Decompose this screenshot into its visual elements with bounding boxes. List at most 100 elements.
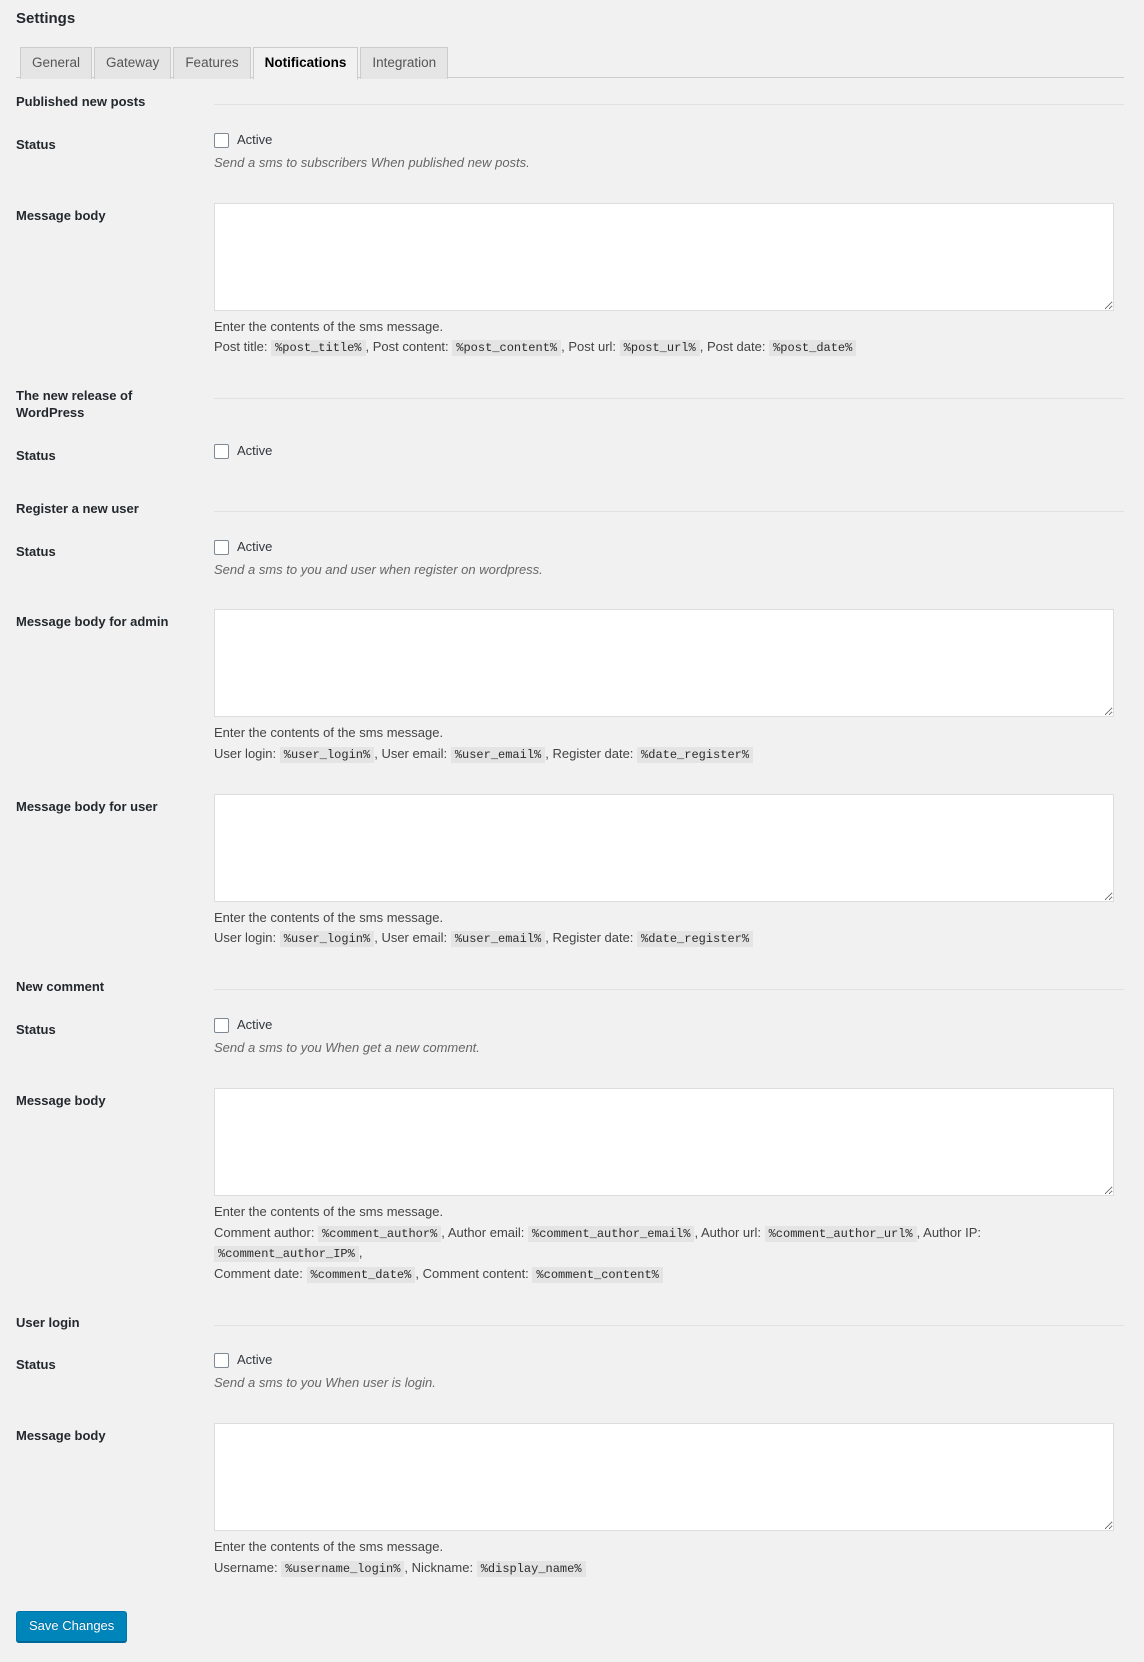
- row-published-posts-status: Status Active Send a sms to subscribers …: [16, 117, 1124, 188]
- checkbox-published-posts-active[interactable]: [214, 132, 229, 148]
- label-user-login-message-body: Message body: [16, 1428, 106, 1444]
- textarea-register-user-user-message[interactable]: [214, 793, 1114, 902]
- section-divider-user-login: [214, 1299, 1124, 1338]
- section-heading-new-comment: New comment: [16, 979, 105, 995]
- token-sep-user-2: ,: [545, 930, 549, 946]
- textarea-user-login-message[interactable]: [214, 1423, 1114, 1532]
- label-new-comment-message-body: Message body: [16, 1093, 106, 1109]
- token-code-post-date: %post_date%: [769, 340, 857, 357]
- help-intro-register-admin: Enter the contents of the sms message.: [214, 725, 444, 741]
- checkbox-new-comment-active[interactable]: [214, 1018, 229, 1034]
- token-list-user-login: Username: %username_login%, Nickname: %d…: [214, 1558, 1114, 1578]
- section-wordpress-release: The new release of WordPress: [16, 372, 1124, 428]
- token-code-user-login-admin: %user_login%: [279, 746, 375, 763]
- section-divider-register-new-user: [214, 485, 1124, 524]
- token-label-comment-content: Comment content:: [422, 1265, 529, 1281]
- section-published-new-posts: Published new posts: [16, 78, 1124, 117]
- help-register-user-admin: Enter the contents of the sms message. U…: [214, 723, 1114, 764]
- page-title: Settings: [16, 10, 76, 27]
- desc-register-user-status: Send a sms to you and user when register…: [214, 561, 543, 577]
- row-register-user-status: Status Active Send a sms to you and user…: [16, 524, 1124, 595]
- token-code-post-url: %post_url%: [619, 340, 700, 357]
- label-user-login-status: Status: [16, 1357, 56, 1373]
- textarea-published-posts-message[interactable]: [214, 202, 1114, 311]
- token-list-published-posts: Post title: %post_title%, Post content: …: [214, 337, 1114, 357]
- section-heading-register-new-user: Register a new user: [16, 500, 139, 516]
- label-new-comment-active[interactable]: Active: [237, 1017, 272, 1034]
- save-changes-button[interactable]: Save Changes: [16, 1610, 128, 1643]
- tab-general[interactable]: General: [20, 47, 93, 80]
- checkbox-user-login-active[interactable]: [214, 1353, 229, 1369]
- token-code-username: %username_login%: [281, 1560, 405, 1577]
- section-heading-wordpress-release: The new release of WordPress: [16, 388, 133, 421]
- textarea-new-comment-message[interactable]: [214, 1088, 1114, 1197]
- label-register-user-status: Status: [16, 543, 56, 559]
- token-code-comment-date: %comment_date%: [306, 1266, 416, 1283]
- tab-features[interactable]: Features: [173, 47, 251, 80]
- token-list-register-admin: User login: %user_login%, User email: %u…: [214, 744, 1114, 764]
- token-code-user-login-user: %user_login%: [279, 931, 375, 948]
- settings-page: Settings General Gateway Features Notificat…: [0, 0, 1144, 1662]
- token-code-nickname: %display_name%: [476, 1560, 586, 1577]
- help-intro-published-posts: Enter the contents of the sms message.: [214, 318, 444, 334]
- tab-integration[interactable]: Integration: [360, 47, 449, 80]
- token-label-user-login-user: User login:: [214, 930, 277, 946]
- checkbox-wordpress-release-active[interactable]: [214, 443, 229, 459]
- help-user-login-message: Enter the contents of the sms message. U…: [214, 1537, 1114, 1578]
- token-label-comment-author-url: Author url:: [701, 1224, 761, 1240]
- row-wordpress-release-status: Status Active: [16, 428, 1124, 485]
- label-wordpress-release-status: Status: [16, 447, 56, 463]
- row-new-comment-status: Status Active Send a sms to you When get…: [16, 1002, 1124, 1073]
- token-list-new-comment-1: Comment author: %comment_author%, Author…: [214, 1223, 1114, 1263]
- desc-published-posts-status: Send a sms to subscribers When published…: [214, 154, 530, 170]
- token-sep-c4: ,: [358, 1244, 363, 1260]
- row-user-login-status: Status Active Send a sms to you When use…: [16, 1337, 1124, 1408]
- token-label-comment-author-ip: Author IP:: [923, 1224, 981, 1240]
- help-new-comment-message: Enter the contents of the sms message. C…: [214, 1202, 1114, 1284]
- token-sep-c1: ,: [441, 1224, 445, 1240]
- token-code-comment-author: %comment_author%: [318, 1225, 442, 1242]
- token-sep-1: ,: [365, 339, 370, 355]
- label-published-posts-active[interactable]: Active: [237, 132, 272, 149]
- textarea-register-user-admin-message[interactable]: [214, 609, 1114, 718]
- section-heading-user-login: User login: [16, 1314, 80, 1330]
- token-label-post-title: Post title:: [214, 339, 268, 355]
- token-sep-admin-1: ,: [374, 745, 378, 761]
- token-code-user-email-user: %user_email%: [450, 931, 546, 948]
- section-divider-published-new-posts: [214, 78, 1124, 117]
- label-wordpress-release-active[interactable]: Active: [237, 443, 272, 460]
- desc-new-comment-status: Send a sms to you When get a new comment…: [214, 1040, 480, 1056]
- token-code-user-email-admin: %user_email%: [450, 746, 546, 763]
- settings-tabs: General Gateway Features Notifications Integ…: [16, 47, 1124, 81]
- notifications-form: Published new posts Status Active Send a…: [16, 78, 1124, 1593]
- label-register-user-admin-message: Message body for admin: [16, 614, 169, 630]
- token-label-post-content: Post content:: [372, 339, 449, 355]
- row-register-user-admin-message: Message body for admin Enter the content…: [16, 594, 1124, 779]
- help-intro-user-login: Enter the contents of the sms message.: [214, 1539, 444, 1555]
- tab-gateway[interactable]: Gateway: [94, 47, 172, 80]
- token-code-register-date-admin: %date_register%: [637, 746, 754, 763]
- row-published-posts-message: Message body Enter the contents of the s…: [16, 188, 1124, 373]
- label-register-user-active[interactable]: Active: [237, 539, 272, 556]
- tab-notifications[interactable]: Notifications: [252, 47, 359, 81]
- submit-area: Save Changes: [16, 1593, 1124, 1662]
- token-code-post-content: %post_content%: [452, 340, 562, 357]
- token-label-register-date-user: Register date:: [552, 930, 634, 946]
- token-sep-c2: ,: [694, 1224, 699, 1240]
- token-label-user-email-user: User email:: [381, 930, 448, 946]
- token-label-username: Username:: [214, 1559, 278, 1575]
- row-user-login-message: Message body Enter the contents of the s…: [16, 1408, 1124, 1593]
- help-published-posts-message: Enter the contents of the sms message. P…: [214, 317, 1114, 358]
- token-label-comment-author: Comment author:: [214, 1224, 315, 1240]
- desc-user-login-status: Send a sms to you When user is login.: [214, 1375, 436, 1391]
- token-code-comment-author-email: %comment_author_email%: [528, 1225, 695, 1242]
- section-new-comment: New comment: [16, 963, 1124, 1002]
- token-code-comment-author-url: %comment_author_url%: [764, 1225, 917, 1242]
- checkbox-register-user-active[interactable]: [214, 539, 229, 555]
- section-register-new-user: Register a new user: [16, 485, 1124, 524]
- label-user-login-active[interactable]: Active: [237, 1352, 272, 1369]
- token-sep-u1: ,: [404, 1559, 409, 1575]
- token-list-register-user: User login: %user_login%, User email: %u…: [214, 928, 1114, 948]
- token-label-comment-date: Comment date:: [214, 1265, 303, 1281]
- token-label-register-date-admin: Register date:: [552, 745, 634, 761]
